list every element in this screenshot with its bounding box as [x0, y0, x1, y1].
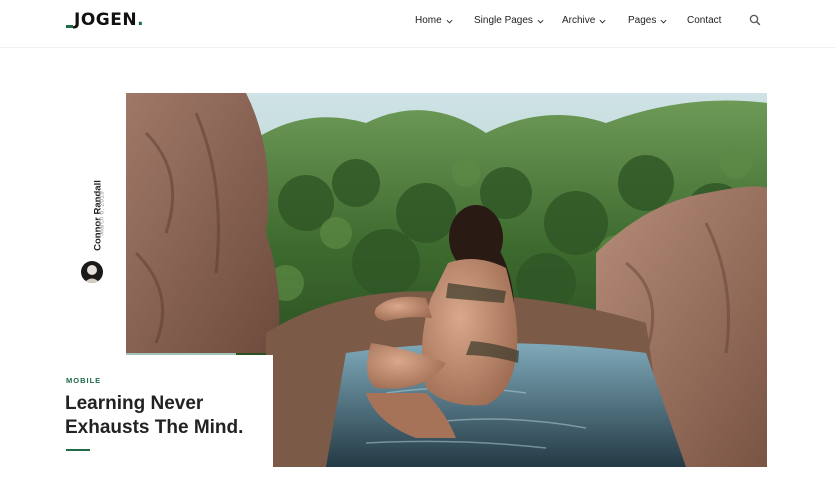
nav-item-label: Home — [415, 15, 442, 26]
nav-item-archive[interactable]: Archive — [562, 14, 606, 28]
avatar-image — [81, 261, 103, 283]
avatar[interactable] — [81, 261, 103, 283]
chevron-down-icon — [446, 19, 453, 24]
logo-text: JOGEN — [74, 10, 138, 30]
post-date: March 6, 2019 — [98, 191, 106, 236]
nav-item-contact[interactable]: Contact — [687, 14, 721, 28]
nav-item-home[interactable]: Home — [415, 14, 453, 28]
chevron-down-icon — [660, 19, 667, 24]
nav-item-label: Contact — [687, 15, 722, 26]
title-underline — [66, 449, 90, 451]
site-header: JOGEN . Home Single Pages Archive Pages … — [0, 0, 836, 48]
nav-item-pages[interactable]: Pages — [628, 14, 667, 28]
nav-item-label: Pages — [628, 15, 657, 26]
search-icon[interactable] — [748, 13, 762, 27]
logo-mark — [66, 25, 73, 28]
logo-dot: . — [137, 10, 144, 30]
post-category[interactable]: MOBILE — [66, 376, 101, 385]
nav-item-label: Single Pages — [474, 15, 533, 26]
post-title[interactable]: Learning Never Exhausts The Mind. — [65, 392, 270, 440]
post-card: MOBILE Learning Never Exhausts The Mind. — [44, 355, 273, 467]
chevron-down-icon — [599, 19, 606, 24]
site-logo[interactable]: JOGEN . — [66, 10, 144, 30]
nav-item-single-pages[interactable]: Single Pages — [474, 14, 544, 28]
chevron-down-icon — [537, 19, 544, 24]
nav-item-label: Archive — [562, 15, 596, 26]
